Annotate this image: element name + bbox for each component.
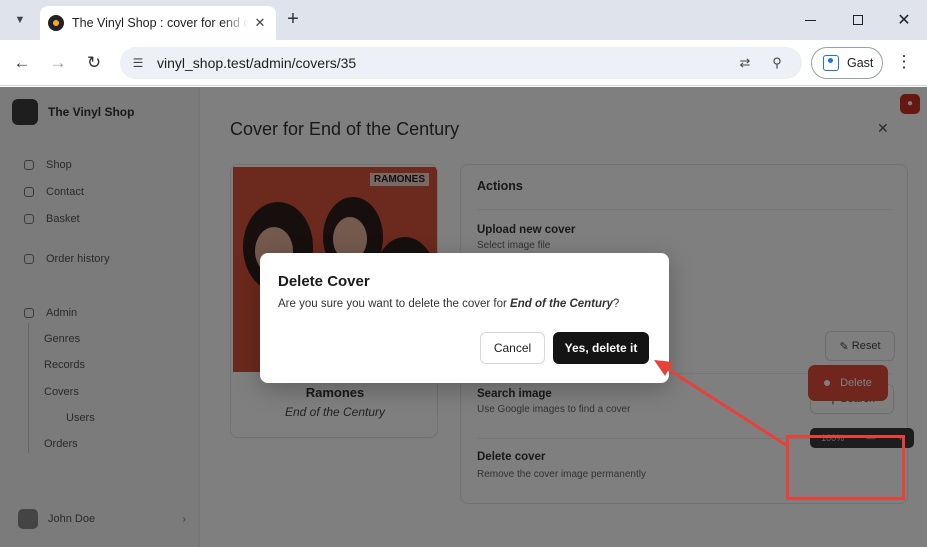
url-text[interactable]: vinyl_shop.test/admin/covers/35 [157, 55, 356, 71]
translate-icon[interactable]: ⇄ [736, 54, 754, 72]
back-arrow-icon[interactable]: ← [10, 51, 34, 75]
zoom-icon[interactable]: ⚲ [768, 54, 786, 72]
tab-search-icon[interactable]: ▼ [8, 8, 32, 32]
dialog-message-prefix: Are you sure you want to delete the cove… [278, 298, 511, 310]
delete-cover-dialog: Delete Cover Are you sure you want to de… [260, 253, 669, 383]
forward-arrow-icon[interactable]: → [46, 51, 70, 75]
window-close-button[interactable]: ✕ [894, 10, 914, 30]
window-minimize-button[interactable] [800, 10, 820, 30]
new-tab-plus-icon[interactable]: + [282, 9, 304, 31]
dialog-message-album: End of the Century [510, 298, 613, 310]
dialog-title: Delete Cover [278, 273, 370, 290]
window-maximize-button[interactable] [848, 10, 868, 30]
vinyl-favicon-icon [48, 15, 64, 31]
browser-tab[interactable]: The Vinyl Shop : cover for end of the ce… [40, 6, 276, 40]
site-info-icon[interactable]: ☰ [130, 55, 146, 71]
profile-icon [823, 55, 839, 71]
tab-title: The Vinyl Shop : cover for end of the ce… [72, 16, 248, 30]
tab-strip: ▼ The Vinyl Shop : cover for end of the … [0, 0, 927, 40]
cancel-button[interactable]: Cancel [480, 332, 545, 364]
address-bar[interactable]: ☰ vinyl_shop.test/admin/covers/35 ⇄ ⚲ [120, 47, 802, 79]
dialog-message: Are you sure you want to delete the cove… [278, 298, 619, 310]
annotation-highlight-box [786, 435, 905, 500]
confirm-delete-button[interactable]: Yes, delete it [553, 332, 649, 364]
reload-icon[interactable]: ↻ [82, 51, 106, 75]
tab-close-icon[interactable]: ✕ [252, 15, 268, 31]
browser-menu-icon[interactable]: ⋮ [894, 52, 914, 74]
profile-button[interactable]: Gast [811, 47, 883, 79]
profile-label: Gast [847, 56, 874, 70]
browser-toolbar: ← → ↻ ☰ vinyl_shop.test/admin/covers/35 … [0, 40, 927, 86]
dialog-message-suffix: ? [612, 298, 620, 310]
